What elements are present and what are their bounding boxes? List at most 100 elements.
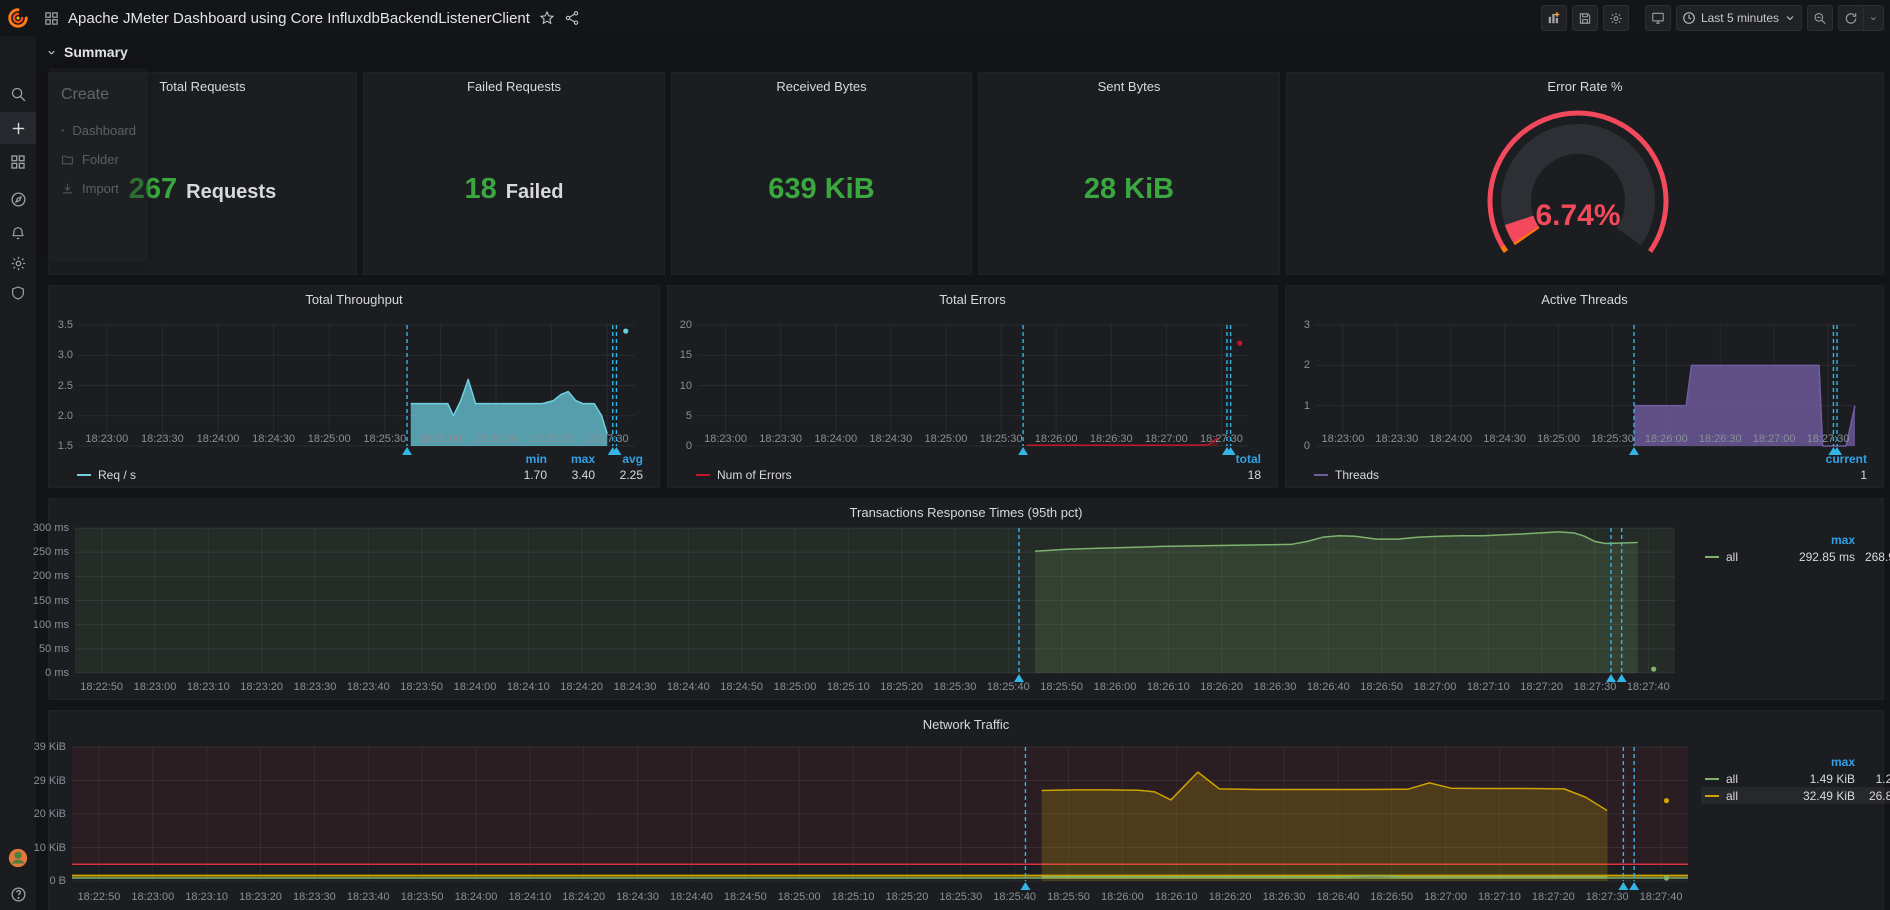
x-axis-label: 18:27:40	[1629, 891, 1693, 903]
legend: minmaxavg Req / s 1.703.402.25	[49, 452, 643, 482]
legend-series-swatch	[77, 474, 91, 476]
chart-plot[interactable]	[72, 747, 1688, 881]
panel-network-traffic: Network Traffic 39 KiB29 KiB20 KiB10 KiB…	[48, 710, 1884, 910]
refresh-interval-chevron[interactable]	[1864, 5, 1884, 31]
y-axis-label: 20	[642, 319, 692, 331]
time-range-label: Last 5 minutes	[1701, 11, 1779, 25]
legend-series-label[interactable]: Req / s	[98, 468, 136, 482]
side-menu	[0, 0, 36, 910]
explore-compass-icon[interactable]	[0, 183, 36, 215]
annotation-marker	[1618, 882, 1628, 890]
y-axis-label: 2.5	[23, 380, 73, 392]
chart-plot[interactable]	[79, 325, 635, 446]
legend-stat-header: max	[1763, 755, 1855, 769]
legend-stat-header: max	[547, 452, 595, 466]
zoom-out-button[interactable]	[1807, 5, 1833, 31]
y-axis-label: 10	[642, 380, 692, 392]
time-picker[interactable]: Last 5 minutes	[1676, 5, 1802, 31]
legend-stat-header: max	[1763, 533, 1855, 547]
star-icon[interactable]	[539, 10, 555, 26]
legend-series-label[interactable]: Threads	[1335, 468, 1379, 482]
row-summary[interactable]: Summary	[46, 44, 128, 60]
top-navbar: Apache JMeter Dashboard using Core Influ…	[0, 0, 1890, 36]
legend: maxavgall1.49 KiB1.20 KiBall32.49 KiB26.…	[1701, 753, 1890, 804]
chart-plot[interactable]	[75, 528, 1675, 673]
stat-value: 639 KiB	[768, 173, 874, 206]
panel-title[interactable]: Active Threads	[1286, 292, 1883, 307]
configuration-gear-icon[interactable]	[0, 247, 36, 279]
legend-series-swatch	[696, 474, 710, 476]
legend-stat-header: avg	[595, 452, 643, 466]
stat-value: 28 KiB	[1084, 173, 1174, 206]
folder-icon	[61, 153, 74, 166]
x-axis-label: 18:23:00	[75, 433, 139, 445]
legend-stat-value: 268.93 ms	[1855, 550, 1890, 564]
legend: currentThreads1	[1286, 452, 1867, 482]
create-menu: Create Dashboard Folder Import	[49, 68, 148, 262]
legend-stat-value: 2.25	[595, 468, 643, 482]
y-axis-label: 3.0	[23, 349, 73, 361]
y-axis-label: 1.5	[23, 440, 73, 452]
grafana-dashboard: Apache JMeter Dashboard using Core Influ…	[0, 0, 1890, 910]
y-axis-label: 100 ms	[19, 619, 69, 631]
legend-series-label[interactable]: all	[1726, 772, 1738, 786]
chevron-down-icon	[1784, 12, 1796, 24]
add-panel-button[interactable]	[1541, 5, 1567, 31]
y-axis-label: 3.5	[23, 319, 73, 331]
panel-title[interactable]: Total Errors	[668, 292, 1277, 307]
x-axis-label: 18:27:30	[575, 433, 639, 445]
dashboards-icon[interactable]	[0, 146, 36, 178]
legend-series-label[interactable]: all	[1726, 789, 1738, 803]
cycle-view-icon[interactable]	[1645, 5, 1671, 31]
legend-stat-value: 1.20 KiB	[1855, 772, 1890, 786]
panel-title[interactable]: Failed Requests	[364, 79, 664, 94]
panel-total-throughput: Total Throughput 3.53.02.52.01.518:23:00…	[48, 285, 660, 488]
save-dashboard-button[interactable]	[1572, 5, 1598, 31]
chart-plot[interactable]	[698, 325, 1249, 446]
panel-active-threads: Active Threads 321018:23:0018:23:3018:24…	[1285, 285, 1884, 488]
legend-series-label[interactable]: Num of Errors	[717, 468, 792, 482]
legend-stat-value: 3.40	[547, 468, 595, 482]
legend-series-label[interactable]: all	[1726, 550, 1738, 564]
legend-stat-header: min	[499, 452, 547, 466]
menu-item-dashboard[interactable]: Dashboard	[49, 116, 148, 145]
y-axis-label: 0 ms	[19, 667, 69, 679]
y-axis-label: 39 KiB	[16, 741, 66, 753]
alerting-bell-icon[interactable]	[0, 217, 36, 249]
x-axis-label: 18:26:30	[464, 433, 528, 445]
x-axis-label: 18:27:00	[520, 433, 584, 445]
panel-title[interactable]: Network Traffic	[49, 717, 1883, 732]
x-axis-label: 18:25:30	[353, 433, 417, 445]
y-axis-label: 3	[1260, 319, 1310, 331]
create-plus-icon[interactable]	[0, 112, 36, 144]
page-title: Apache JMeter Dashboard using Core Influ…	[68, 10, 530, 27]
row-label: Summary	[64, 44, 128, 60]
share-icon[interactable]	[564, 10, 580, 26]
server-admin-shield-icon[interactable]	[0, 277, 36, 309]
panel-title[interactable]: Transactions Response Times (95th pct)	[49, 505, 1883, 520]
panel-error-rate-gauge: Error Rate % 6.74%	[1286, 72, 1884, 275]
chart-plot[interactable]	[1316, 325, 1855, 446]
menu-item-folder[interactable]: Folder	[49, 145, 148, 174]
legend-stat-value: 1.70	[499, 468, 547, 482]
y-axis-label: 200 ms	[19, 570, 69, 582]
legend-series-swatch	[1705, 778, 1719, 780]
refresh-button[interactable]	[1838, 5, 1864, 31]
legend-stat-header: avg	[1855, 533, 1890, 547]
y-axis-label: 300 ms	[19, 522, 69, 534]
x-axis-label: 18:26:00	[408, 433, 472, 445]
panel-title[interactable]: Sent Bytes	[979, 79, 1279, 94]
x-axis-label: 18:27:40	[1616, 681, 1680, 693]
data-point	[1664, 798, 1669, 803]
dashboard-settings-button[interactable]	[1603, 5, 1629, 31]
search-icon[interactable]	[0, 78, 36, 110]
y-axis-label: 0	[1260, 440, 1310, 452]
panel-title[interactable]: Total Throughput	[49, 292, 659, 307]
panel-title[interactable]: Received Bytes	[672, 79, 971, 94]
legend-series-swatch	[1705, 795, 1719, 797]
grafana-logo[interactable]	[0, 0, 36, 36]
legend-series-swatch	[1705, 556, 1719, 558]
stat-value: 18	[464, 173, 496, 206]
menu-item-import[interactable]: Import	[49, 174, 148, 203]
legend-stat-value: 26.85 KiB	[1855, 789, 1890, 803]
